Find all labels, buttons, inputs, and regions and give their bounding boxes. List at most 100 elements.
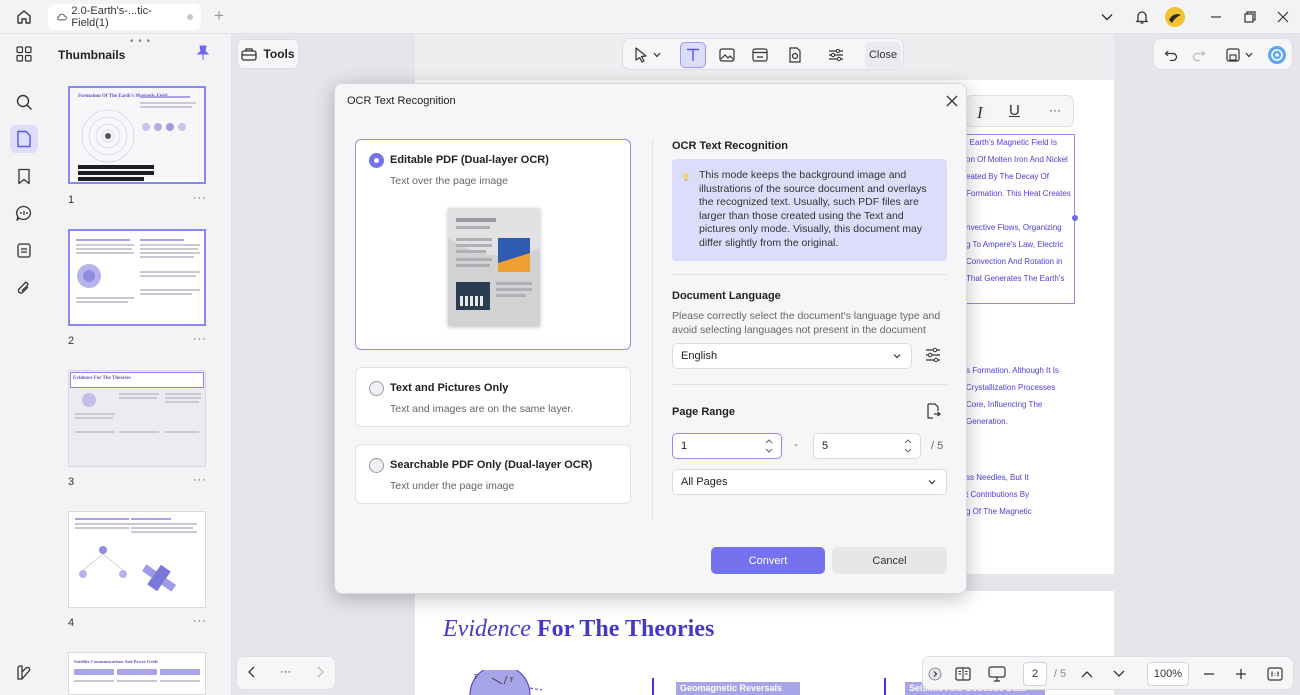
document-tab[interactable]: 2.0-Earth's-...tic-Field(1) [48, 4, 201, 30]
actual-size-icon[interactable] [1265, 662, 1285, 686]
option-title: Editable PDF (Dual-layer OCR) [390, 154, 549, 166]
tools-button[interactable]: Tools [237, 39, 299, 69]
mode-info-text: This mode keeps the background image and… [699, 169, 927, 249]
option-searchable-pdf[interactable]: Searchable PDF Only (Dual-layer OCR) Tex… [355, 444, 631, 504]
pin-icon[interactable] [196, 45, 210, 61]
heading-italic: Evidence [443, 616, 531, 642]
page-number-input[interactable]: 2 [1023, 662, 1047, 686]
radio-searchable-pdf[interactable] [369, 458, 384, 473]
undo-icon[interactable] [1158, 42, 1184, 68]
page-range-value: All Pages [681, 476, 728, 488]
page-text-line: g Of The Magnetic [966, 507, 1032, 516]
svg-text:F: F [510, 676, 514, 684]
magnetic-field-diagram [81, 109, 135, 163]
column-divider [652, 678, 654, 695]
attachment-icon[interactable] [10, 274, 38, 302]
search-icon[interactable] [10, 88, 38, 116]
page-more-2[interactable]: ··· [193, 333, 207, 345]
cancel-button[interactable]: Cancel [832, 547, 947, 574]
history-toolbar [1153, 38, 1293, 70]
page-range-select[interactable]: All Pages [672, 469, 947, 495]
page-range-icon[interactable] [925, 403, 945, 421]
chevron-down-icon[interactable] [1109, 662, 1129, 686]
radio-text-and-pictures[interactable] [369, 381, 384, 396]
radio-editable-pdf[interactable] [369, 153, 384, 168]
cloud-icon [57, 13, 67, 21]
page-heading: Evidence For The Theories [443, 616, 714, 643]
ocr-dialog: OCR Text Recognition Editable PDF (Dual-… [334, 83, 967, 594]
apps-grid-icon[interactable] [10, 40, 38, 68]
stepper-icon[interactable] [904, 438, 912, 454]
minimize-icon[interactable] [1204, 6, 1228, 28]
redo-icon[interactable] [1186, 42, 1212, 68]
underline-icon[interactable]: U [1009, 102, 1020, 119]
close-icon[interactable] [943, 92, 961, 110]
new-tab-icon[interactable]: + [210, 7, 228, 25]
page-text-line: Generation. [966, 417, 1008, 426]
page-number-3: 3 [68, 476, 75, 488]
convert-button[interactable]: Convert [711, 547, 825, 574]
italic-icon[interactable]: I [977, 103, 983, 123]
page-thumbnail-3[interactable]: Evidence For The Theories [68, 370, 206, 467]
comment-icon[interactable] [10, 199, 38, 227]
home-icon[interactable] [12, 6, 36, 28]
chevron-right-icon[interactable] [315, 665, 325, 682]
chevron-up-icon[interactable] [1077, 662, 1097, 686]
dialog-title: OCR Text Recognition [347, 95, 456, 107]
collapse-icon[interactable] [927, 662, 943, 686]
page-thumbnail-5[interactable]: Satellite Communications And Power Grids [68, 652, 206, 695]
document-preview-illustration [448, 208, 540, 326]
presentation-icon[interactable] [985, 662, 1009, 686]
settings-sliders-icon[interactable] [823, 42, 849, 68]
image-icon[interactable] [714, 42, 740, 68]
chevron-down-icon[interactable] [649, 42, 665, 68]
option-editable-pdf[interactable]: Editable PDF (Dual-layer OCR) Text over … [355, 139, 631, 350]
unsaved-dot-icon [187, 14, 193, 20]
ai-assistant-icon[interactable] [1264, 42, 1290, 68]
plugin-icon[interactable] [10, 659, 38, 687]
language-settings-icon[interactable] [925, 347, 945, 365]
section-title-language: Document Language [672, 290, 781, 302]
range-to-input[interactable]: 5 [813, 433, 921, 459]
page-thumbnail-2[interactable] [68, 229, 206, 326]
more-format-icon[interactable]: ··· [1049, 103, 1061, 117]
page-thumbnail-1[interactable]: Formation Of The Earth's Magnetic Field [68, 86, 206, 184]
drag-handle[interactable]: • • • [130, 36, 151, 47]
text-edit-icon[interactable] [680, 42, 706, 68]
range-total: / 5 [931, 440, 944, 452]
mode-info-box: This mode keeps the background image and… [672, 159, 947, 261]
option-text-and-pictures[interactable]: Text and Pictures Only Text and images a… [355, 367, 631, 427]
zoom-in-icon[interactable] [1231, 662, 1251, 686]
zoom-level[interactable]: 100% [1147, 662, 1189, 686]
resize-handle[interactable] [1072, 215, 1078, 221]
thumbnails-title: Thumbnails [58, 48, 126, 62]
avatar[interactable] [1163, 6, 1187, 28]
range-from-input[interactable]: 1 [672, 433, 782, 459]
chevron-down-icon[interactable] [1095, 6, 1119, 28]
language-select[interactable]: English [672, 343, 912, 369]
chevron-left-icon[interactable] [247, 665, 257, 682]
page-more-1[interactable]: ··· [193, 192, 207, 204]
restore-icon[interactable] [1238, 6, 1262, 28]
stamp-icon[interactable] [10, 236, 38, 264]
stepper-icon[interactable] [765, 438, 773, 454]
reading-mode-icon[interactable] [951, 662, 975, 686]
page-more-3[interactable]: ··· [193, 474, 207, 486]
watermark-icon[interactable] [782, 42, 808, 68]
text-selection-box[interactable] [958, 134, 1075, 304]
notification-bell-icon[interactable] [1130, 6, 1154, 28]
tab-title: 2.0-Earth's-...tic-Field(1) [71, 5, 152, 29]
link-icon[interactable] [747, 42, 773, 68]
thumbnails-panel: • • • Thumbnails Formation Of The Earth'… [48, 34, 232, 695]
chevron-down-icon [893, 354, 901, 359]
zoom-out-icon[interactable] [1199, 662, 1219, 686]
page-more-4[interactable]: ··· [193, 615, 207, 627]
page-thumbnail-4[interactable] [68, 511, 206, 608]
thumbnails-page-icon[interactable] [10, 125, 38, 153]
close-window-icon[interactable] [1271, 6, 1295, 28]
close-edit-button[interactable]: Close [865, 42, 901, 68]
nav-more[interactable]: ··· [280, 666, 291, 678]
bookmark-icon[interactable] [10, 162, 38, 190]
chevron-down-icon[interactable] [1242, 42, 1256, 68]
lightbulb-icon [682, 171, 690, 181]
